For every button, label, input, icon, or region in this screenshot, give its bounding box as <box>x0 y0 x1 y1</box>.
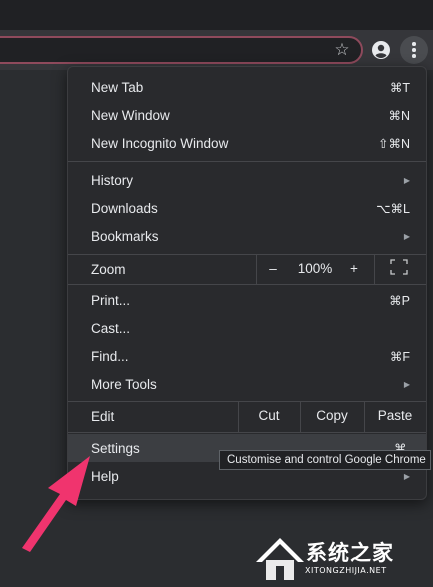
submenu-arrow-icon: ▶ <box>403 231 410 241</box>
menu-row-zoom: Zoom <box>68 254 426 284</box>
menu-item-shortcut: ⌘T <box>389 80 410 95</box>
menu-item-label: Print... <box>91 292 131 308</box>
more-dot <box>412 54 416 58</box>
menu-item-shortcut: ⌘F <box>389 349 410 364</box>
submenu-arrow-icon: ▶ <box>403 379 410 389</box>
menu-item-label: Cast... <box>91 320 131 336</box>
menu-item-print[interactable]: Print... ⌘P <box>68 286 426 314</box>
submenu-arrow-icon: ▶ <box>403 175 410 185</box>
watermark-title: 系统之家 <box>306 541 394 565</box>
zoom-level-value: 100% <box>297 261 333 276</box>
menu-item-label: Bookmarks <box>91 228 159 244</box>
title-bar <box>0 0 433 30</box>
menu-item-label: More Tools <box>91 376 157 392</box>
submenu-arrow-icon: ▶ <box>403 471 410 481</box>
chrome-main-menu: New Tab ⌘T New Window ⌘N New Incognito W… <box>67 66 427 500</box>
menu-divider <box>68 161 426 162</box>
menu-item-downloads[interactable]: Downloads ⌥⌘L <box>68 194 426 222</box>
profile-icon[interactable] <box>371 40 391 60</box>
more-menu-button[interactable] <box>400 36 428 64</box>
cut-button[interactable]: Cut <box>238 402 300 430</box>
bookmark-star-icon[interactable]: ☆ <box>331 39 353 61</box>
menu-item-new-tab[interactable]: New Tab ⌘T <box>68 73 426 101</box>
address-bar[interactable] <box>0 36 363 64</box>
menu-item-label: Help <box>91 468 119 484</box>
zoom-out-button[interactable]: – <box>256 255 290 283</box>
menu-item-shortcut: ⌘N <box>388 108 410 123</box>
menu-item-label: New Window <box>91 107 170 123</box>
menu-item-new-window[interactable]: New Window ⌘N <box>68 101 426 129</box>
menu-item-shortcut: ⌥⌘L <box>376 201 410 216</box>
menu-item-cast[interactable]: Cast... <box>68 314 426 342</box>
menu-item-find[interactable]: Find... ⌘F <box>68 342 426 370</box>
menu-divider <box>68 432 426 433</box>
menu-item-label: History <box>91 172 134 188</box>
menu-item-history[interactable]: History ▶ <box>68 166 426 194</box>
more-dot <box>412 48 416 52</box>
menu-item-shortcut: ⇧⌘N <box>377 136 410 151</box>
menu-item-label: Find... <box>91 348 129 364</box>
fullscreen-icon[interactable] <box>390 259 408 275</box>
annotation-arrow-icon <box>22 456 90 552</box>
menu-item-label: Downloads <box>91 200 158 216</box>
copy-button[interactable]: Copy <box>300 402 364 430</box>
menu-item-bookmarks[interactable]: Bookmarks ▶ <box>68 222 426 250</box>
menu-divider <box>68 284 426 285</box>
more-dot <box>412 42 416 46</box>
menu-item-label: New Incognito Window <box>91 135 229 151</box>
menu-item-new-incognito-window[interactable]: New Incognito Window ⇧⌘N <box>68 129 426 157</box>
watermark-subtitle: XITONGZHIJIA.NET <box>305 566 387 575</box>
paste-button[interactable]: Paste <box>364 402 426 430</box>
menu-item-label: New Tab <box>91 79 144 95</box>
menu-item-more-tools[interactable]: More Tools ▶ <box>68 370 426 398</box>
zoom-divider <box>374 254 375 284</box>
menu-item-shortcut: ⌘P <box>389 293 410 308</box>
zoom-in-button[interactable]: + <box>340 255 368 283</box>
tooltip: Customise and control Google Chrome <box>219 450 431 470</box>
